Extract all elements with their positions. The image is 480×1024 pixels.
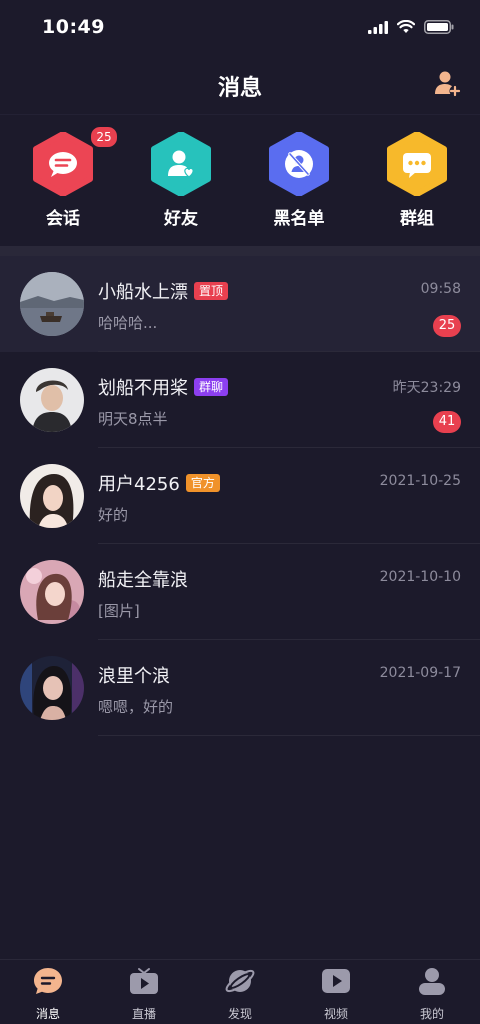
last-message: 哈哈哈... (98, 314, 158, 332)
message-time: 09:58 (420, 281, 461, 297)
tab-label: 直播 (131, 1007, 156, 1021)
last-message: 嗯嗯，好的 (98, 698, 174, 716)
message-time: 2021-10-10 (379, 569, 461, 585)
quick-actions: 25 会话 好友 黑名单 群组 (0, 114, 480, 246)
last-message: 明天8点半 (98, 410, 168, 428)
message-time: 昨天23:29 (392, 380, 461, 396)
quick-action-label: 群组 (400, 209, 434, 229)
tab-label: 我的 (419, 1007, 444, 1021)
conversation-row[interactable]: 划船不用桨 群聊 明天8点半 昨天23:29 41 (0, 352, 480, 448)
add-friend-button[interactable] (432, 68, 462, 98)
pinned-tag: 置顶 (194, 282, 229, 300)
conversation-list: 小船水上漂 置顶 哈哈哈... 09:58 25 划船不用桨 群聊 明天8点半 … (0, 256, 480, 736)
contact-name: 划船不用桨 (98, 378, 188, 399)
tab-live[interactable]: 直播 (96, 964, 192, 1022)
status-time: 10:49 (42, 16, 105, 38)
tv-icon (130, 968, 158, 994)
person-icon (419, 968, 445, 995)
conversation-row[interactable]: 小船水上漂 置顶 哈哈哈... 09:58 25 (0, 256, 480, 352)
avatar (20, 368, 84, 432)
tab-messages[interactable]: 消息 (0, 964, 96, 1022)
unread-badge: 41 (433, 411, 461, 433)
tab-video[interactable]: 视频 (288, 964, 384, 1022)
group-chat-icon (403, 153, 431, 178)
header: 消息 (0, 56, 480, 115)
chat-unread-badge: 25 (90, 126, 118, 148)
row-divider (98, 735, 480, 736)
tab-label: 视频 (323, 1007, 348, 1021)
friend-heart-icon (168, 150, 194, 178)
quick-action-label: 黑名单 (273, 209, 325, 229)
add-user-icon (435, 71, 461, 97)
status-icons (368, 20, 454, 34)
message-time: 2021-09-17 (379, 665, 461, 681)
last-message: 好的 (98, 506, 129, 524)
official-tag: 官方 (185, 474, 220, 492)
chat-bubble-icon (49, 152, 77, 177)
message-tab-icon (34, 968, 62, 994)
section-divider (0, 246, 480, 256)
contact-name: 浪里个浪 (98, 666, 170, 687)
last-message: [图片] (98, 602, 140, 620)
status-bar: 10:49 (0, 0, 480, 56)
contact-name: 小船水上漂 (98, 282, 188, 303)
wifi-icon (397, 20, 415, 33)
tab-discover[interactable]: 发现 (192, 964, 288, 1022)
conversation-row[interactable]: 用户4256 官方 好的 2021-10-25 (0, 448, 480, 544)
message-time: 2021-10-25 (379, 473, 461, 489)
quick-action-label: 好友 (164, 209, 198, 229)
contact-name: 用户4256 (98, 474, 180, 495)
planet-icon (225, 969, 255, 993)
tab-bar: 消息 直播 发现 视频 我的 (0, 959, 480, 1024)
avatar (20, 464, 84, 528)
battery-icon (424, 20, 454, 34)
avatar (20, 560, 84, 624)
tab-profile[interactable]: 我的 (384, 964, 480, 1022)
quick-action-groups[interactable]: 群组 (367, 132, 467, 229)
contact-name: 船走全靠浪 (98, 570, 188, 591)
avatar (20, 272, 84, 336)
page-title: 消息 (217, 76, 262, 101)
conversation-row[interactable]: 船走全靠浪 [图片] 2021-10-10 (0, 544, 480, 640)
tab-label: 消息 (35, 1007, 60, 1021)
quick-action-label: 会话 (46, 209, 80, 229)
group-tag: 群聊 (194, 378, 229, 396)
quick-action-friends[interactable]: 好友 (131, 132, 231, 229)
unread-badge: 25 (433, 315, 461, 337)
avatar (20, 656, 84, 720)
signal-icon (368, 20, 388, 34)
block-user-icon (285, 150, 313, 178)
tab-label: 发现 (227, 1007, 252, 1021)
quick-action-chat[interactable]: 25 会话 (13, 126, 118, 229)
conversation-row[interactable]: 浪里个浪 嗯嗯，好的 2021-09-17 (0, 640, 480, 736)
quick-action-blacklist[interactable]: 黑名单 (249, 132, 349, 229)
video-play-icon (322, 969, 350, 993)
